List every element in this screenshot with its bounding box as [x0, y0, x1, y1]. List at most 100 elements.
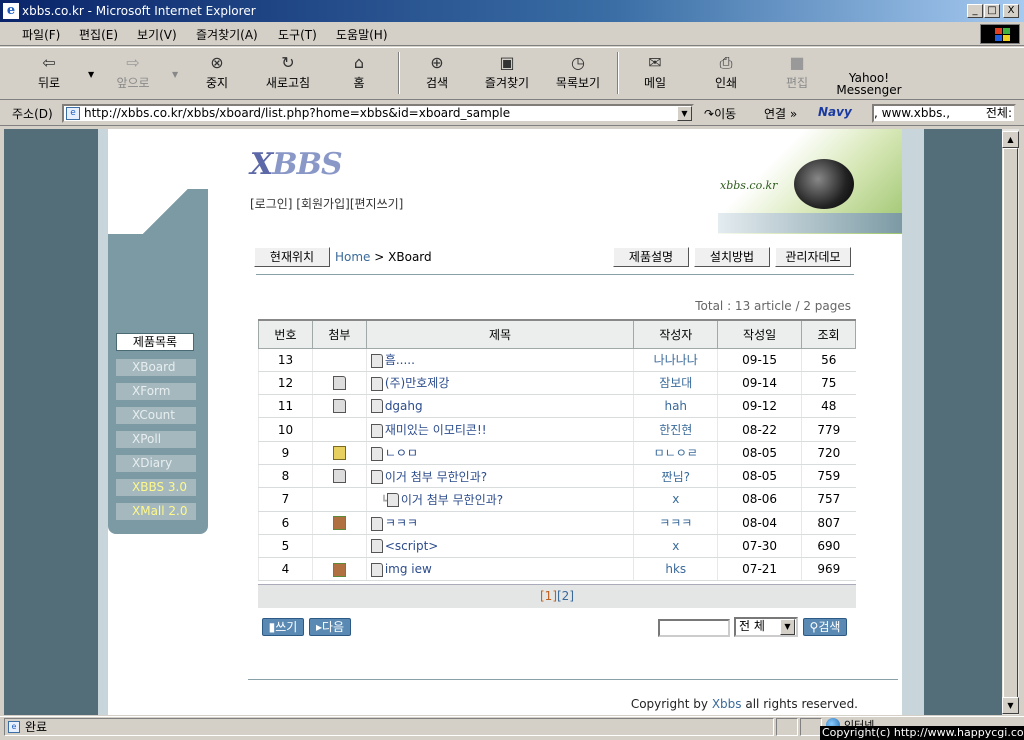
- forward-button[interactable]: ⇨ 앞으로: [100, 50, 166, 96]
- row-author[interactable]: x: [633, 534, 718, 559]
- window-title-bar[interactable]: xbbs.co.kr - Microsoft Internet Explorer: [0, 0, 1024, 22]
- minimize-button[interactable]: _: [967, 4, 983, 18]
- navy-search-input[interactable]: , www.xbbs., 전체:: [872, 104, 1016, 123]
- product-info-button[interactable]: 제품설명: [613, 247, 689, 267]
- member-links[interactable]: [로그인] [회원가입][편지쓰기]: [250, 195, 403, 212]
- row-author[interactable]: x: [633, 487, 718, 512]
- table-row[interactable]: 4 img iew hks 07-21 969: [258, 557, 856, 582]
- refresh-button[interactable]: ↻ 새로고침: [255, 50, 321, 96]
- file-attachment-icon[interactable]: [332, 469, 346, 484]
- mail-button[interactable]: ✉ 메일: [622, 50, 688, 96]
- row-attachment[interactable]: [311, 441, 367, 465]
- write-button[interactable]: ▮쓰기: [262, 618, 304, 636]
- row-attachment[interactable]: [311, 394, 367, 419]
- url-dropdown-button[interactable]: ▼: [677, 106, 692, 121]
- search-submit-button[interactable]: ⚲검색: [803, 618, 847, 636]
- archive-attachment-icon[interactable]: [332, 446, 346, 461]
- row-author[interactable]: hks: [633, 557, 718, 582]
- site-logo[interactable]: XBBS: [250, 147, 343, 182]
- go-button[interactable]: ↷이동: [704, 105, 736, 122]
- page-current[interactable]: [1]: [540, 589, 557, 603]
- menu-view[interactable]: 보기(V): [131, 26, 183, 44]
- maximize-button[interactable]: □: [984, 4, 1000, 18]
- post-link[interactable]: 이거 첨부 무한인과?: [401, 493, 503, 507]
- search-button[interactable]: ⊕ 검색: [404, 50, 470, 96]
- side-item-xmall[interactable]: XMall 2.0: [116, 503, 196, 520]
- menu-favorites[interactable]: 즐겨찾기(A): [190, 26, 264, 44]
- file-attachment-icon[interactable]: [332, 376, 346, 391]
- post-link[interactable]: <script>: [385, 539, 439, 553]
- side-item-xform[interactable]: XForm: [116, 383, 196, 400]
- row-attachment[interactable]: [311, 464, 367, 489]
- row-attachment[interactable]: [311, 348, 367, 372]
- menu-help[interactable]: 도움말(H): [330, 26, 394, 44]
- post-link[interactable]: (주)만호제강: [385, 376, 450, 390]
- back-button[interactable]: ⇦ 뒤로: [16, 50, 82, 96]
- row-attachment[interactable]: [311, 417, 367, 442]
- row-subject[interactable]: (주)만호제강: [365, 371, 634, 396]
- favorites-button[interactable]: ▣ 즐겨찾기: [474, 50, 540, 96]
- scroll-down-button[interactable]: ▼: [1002, 697, 1019, 714]
- row-subject[interactable]: <script>: [365, 534, 634, 559]
- copyright-link[interactable]: Xbbs: [712, 697, 742, 711]
- search-input[interactable]: [658, 619, 730, 637]
- post-link[interactable]: dgahg: [385, 399, 423, 413]
- table-row[interactable]: 10 재미있는 이모티콘!! 한진현 08-22 779: [258, 417, 856, 442]
- post-link[interactable]: 흠.....: [385, 353, 415, 367]
- row-attachment[interactable]: [311, 534, 367, 559]
- post-link[interactable]: 재미있는 이모티콘!!: [385, 423, 487, 437]
- scroll-thumb[interactable]: [1003, 148, 1018, 708]
- table-row[interactable]: 12 (주)만호제강 잠보대 09-14 75: [258, 371, 856, 396]
- history-button[interactable]: ◷ 목록보기: [545, 50, 611, 96]
- menu-tools[interactable]: 도구(T): [272, 26, 323, 44]
- close-button[interactable]: X: [1003, 4, 1019, 18]
- post-link[interactable]: 이거 첨부 무한인과?: [385, 470, 487, 484]
- table-row[interactable]: 6 ㅋㅋㅋ ㅋㅋㅋ 08-04 807: [258, 511, 856, 535]
- row-subject[interactable]: 재미있는 이모티콘!!: [365, 417, 634, 442]
- row-author[interactable]: 짠님?: [633, 464, 718, 489]
- row-author[interactable]: hah: [633, 394, 718, 419]
- row-subject[interactable]: dgahg: [365, 394, 634, 419]
- image-attachment-icon[interactable]: [332, 562, 346, 577]
- side-item-xdiary[interactable]: XDiary: [116, 455, 196, 472]
- print-button[interactable]: ⎙ 인쇄: [693, 50, 759, 96]
- chevron-down-icon[interactable]: ▼: [780, 619, 795, 635]
- side-item-xboard[interactable]: XBoard: [116, 359, 196, 376]
- table-row[interactable]: 13 흠..... 나나나나 09-15 56: [258, 348, 856, 372]
- menu-edit[interactable]: 편집(E): [73, 26, 124, 44]
- table-row[interactable]: 8 이거 첨부 무한인과? 짠님? 08-05 759: [258, 464, 856, 489]
- row-subject[interactable]: img iew: [365, 557, 634, 582]
- post-link[interactable]: img iew: [385, 562, 432, 576]
- row-author[interactable]: 나나나나: [633, 348, 718, 372]
- table-row[interactable]: 5 <script> x 07-30 690: [258, 534, 856, 559]
- side-item-xcount[interactable]: XCount: [116, 407, 196, 424]
- row-subject[interactable]: ㄴㅇㅁ: [365, 441, 634, 465]
- row-author[interactable]: ㅋㅋㅋ: [633, 511, 718, 535]
- url-input[interactable]: http://xbbs.co.kr/xbbs/xboard/list.php?h…: [62, 104, 694, 123]
- scroll-up-button[interactable]: ▲: [1002, 131, 1019, 148]
- row-attachment[interactable]: [311, 511, 367, 535]
- menu-file[interactable]: 파일(F): [16, 26, 66, 44]
- image-attachment-icon[interactable]: [332, 515, 346, 530]
- post-link[interactable]: ㄴㅇㅁ: [385, 446, 418, 460]
- admin-demo-button[interactable]: 관리자데모: [775, 247, 851, 267]
- page-link[interactable]: [2]: [557, 589, 574, 603]
- back-dropdown-icon[interactable]: ▼: [88, 70, 94, 79]
- install-guide-button[interactable]: 설치방법: [694, 247, 770, 267]
- side-item-xbbs[interactable]: XBBS 3.0: [116, 479, 196, 496]
- row-attachment[interactable]: [311, 557, 367, 582]
- row-author[interactable]: ㅁㄴㅇㄹ: [633, 441, 718, 465]
- table-row[interactable]: 11 dgahg hah 09-12 48: [258, 394, 856, 419]
- location-button[interactable]: 현재위치: [254, 247, 330, 267]
- post-link[interactable]: ㅋㅋㅋ: [385, 516, 418, 530]
- row-subject[interactable]: ㅋㅋㅋ: [365, 511, 634, 535]
- row-author[interactable]: 한진현: [633, 417, 718, 442]
- row-subject[interactable]: ┗ 이거 첨부 무한인과?: [365, 487, 634, 512]
- row-subject[interactable]: 이거 첨부 무한인과?: [365, 464, 634, 489]
- table-row[interactable]: 7 ┗ 이거 첨부 무한인과? x 08-06 757: [258, 487, 856, 512]
- row-attachment[interactable]: [311, 371, 367, 396]
- edit-button[interactable]: ■ 편집: [764, 50, 830, 96]
- file-attachment-icon[interactable]: [332, 399, 346, 414]
- breadcrumb-home[interactable]: Home: [335, 250, 370, 264]
- links-button[interactable]: 연결 »: [764, 105, 797, 122]
